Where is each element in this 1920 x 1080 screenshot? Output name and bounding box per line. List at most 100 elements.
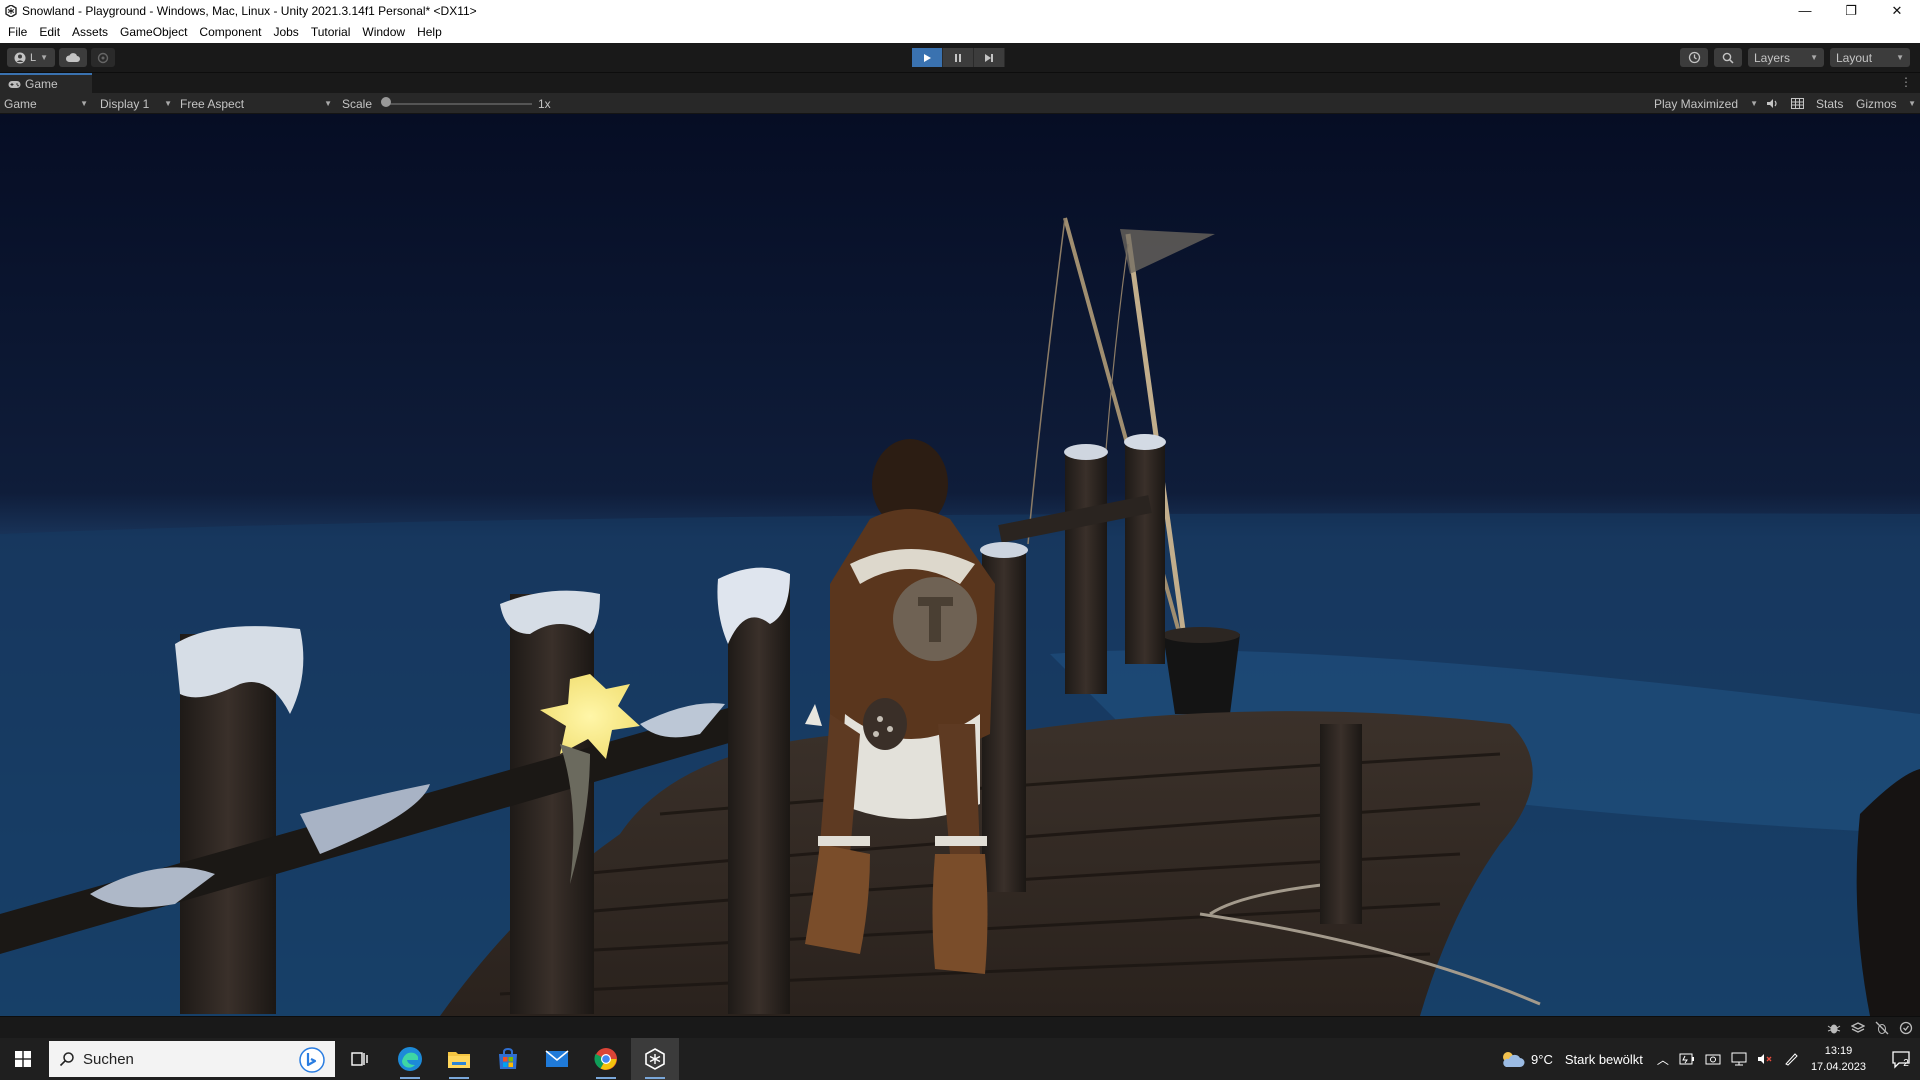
taskbar-microsoft-store[interactable] xyxy=(484,1038,532,1080)
game-view-toolbar: Game ▼ Display 1 ▼ Free Aspect ▼ Scale 1… xyxy=(0,93,1920,114)
main-toolbar: L ▼ Layers ▼ Layout ▼ xyxy=(0,43,1920,73)
cloud-button[interactable] xyxy=(59,48,87,67)
edge-icon xyxy=(398,1047,422,1071)
grid-icon xyxy=(1791,98,1804,109)
volume-muted-icon[interactable] xyxy=(1757,1052,1773,1066)
tab-game[interactable]: Game xyxy=(0,73,92,93)
play-button[interactable] xyxy=(912,48,943,67)
menu-component[interactable]: Component xyxy=(193,25,267,39)
menu-file[interactable]: File xyxy=(0,25,33,39)
chevron-down-icon: ▼ xyxy=(164,99,172,108)
layout-dropdown[interactable]: Layout ▼ xyxy=(1830,48,1910,67)
tab-bar: Game ⋮ xyxy=(0,73,1920,93)
weather-widget[interactable]: 9°C Stark bewölkt xyxy=(1499,1049,1643,1069)
menu-gameobject[interactable]: GameObject xyxy=(114,25,193,39)
mute-audio-button[interactable] xyxy=(1766,93,1779,114)
layout-label: Layout xyxy=(1836,50,1873,65)
taskbar-edge[interactable] xyxy=(386,1038,434,1080)
display-dropdown[interactable]: Display 1 ▼ xyxy=(100,93,172,114)
chevron-down-icon: ▼ xyxy=(1908,99,1916,108)
notification-center-button[interactable]: 2 xyxy=(1880,1049,1920,1069)
progress-check-icon[interactable] xyxy=(1898,1020,1914,1036)
network-icon[interactable] xyxy=(1731,1052,1747,1066)
search-icon xyxy=(59,1052,74,1067)
search-icon xyxy=(1722,52,1734,64)
cloudy-icon xyxy=(1503,1052,1525,1067)
unity-icon xyxy=(645,1048,665,1070)
clock-date: 17.04.2023 xyxy=(1810,1061,1866,1073)
notification-count: 2 xyxy=(1903,1057,1909,1069)
clock-time: 13:19 xyxy=(1824,1045,1853,1057)
layers-stack-icon[interactable] xyxy=(1850,1020,1866,1036)
menu-help[interactable]: Help xyxy=(411,25,448,39)
editor-status-bar xyxy=(0,1016,1920,1038)
taskbar-unity[interactable] xyxy=(631,1038,679,1080)
weather-desc: Stark bewölkt xyxy=(1564,1051,1643,1067)
close-button[interactable]: ✕ xyxy=(1874,0,1920,21)
battery-icon[interactable] xyxy=(1679,1052,1695,1066)
account-label: L xyxy=(29,51,37,64)
game-scene xyxy=(0,114,1920,1016)
pause-button[interactable] xyxy=(943,48,974,67)
taskbar-clock[interactable]: 13:19 17.04.2023 xyxy=(1811,1043,1866,1075)
chevron-up-icon[interactable]: ︿ xyxy=(1657,1051,1669,1068)
aspect-label: Free Aspect xyxy=(180,96,245,111)
layers-dropdown[interactable]: Layers ▼ xyxy=(1748,48,1824,67)
taskbar-mail[interactable] xyxy=(533,1038,581,1080)
play-icon xyxy=(924,53,931,62)
pen-icon[interactable] xyxy=(1783,1052,1799,1066)
play-maximized-dropdown[interactable]: Play Maximized ▼ xyxy=(1654,93,1758,114)
scale-value: 1x xyxy=(538,96,551,111)
menu-bar: File Edit Assets GameObject Component Jo… xyxy=(0,21,1920,43)
minimize-button[interactable]: — xyxy=(1782,0,1828,21)
taskbar-file-explorer[interactable] xyxy=(435,1038,483,1080)
pause-icon xyxy=(955,53,961,62)
window-title: Snowland - Playground - Windows, Mac, Li… xyxy=(22,3,477,18)
menu-edit[interactable]: Edit xyxy=(33,25,66,39)
tab-game-label: Game xyxy=(25,77,58,91)
game-viewport[interactable] xyxy=(0,114,1920,1016)
taskbar-chrome[interactable] xyxy=(582,1038,630,1080)
chevron-down-icon: ▼ xyxy=(80,99,88,108)
weather-temp: 9°C xyxy=(1531,1051,1553,1067)
camera-icon[interactable] xyxy=(1705,1052,1721,1066)
bing-icon[interactable] xyxy=(299,1047,325,1073)
collab-icon xyxy=(97,52,109,63)
task-view-button[interactable] xyxy=(336,1038,384,1080)
game-mode-label: Game xyxy=(4,96,37,111)
menu-jobs[interactable]: Jobs xyxy=(267,25,304,39)
gizmos-label: Gizmos xyxy=(1856,96,1897,111)
step-button[interactable] xyxy=(974,48,1005,67)
taskbar-search-box[interactable]: Suchen xyxy=(49,1041,335,1077)
undo-history-button[interactable] xyxy=(1680,48,1708,67)
folder-icon xyxy=(448,1052,470,1068)
aspect-dropdown[interactable]: Free Aspect ▼ xyxy=(180,93,332,114)
start-button[interactable] xyxy=(0,1038,46,1080)
menu-assets[interactable]: Assets xyxy=(66,25,114,39)
gamepad-icon xyxy=(8,80,21,88)
menu-window[interactable]: Window xyxy=(356,25,411,39)
gizmos-dropdown[interactable]: Gizmos ▼ xyxy=(1856,93,1916,114)
mail-icon xyxy=(545,1050,569,1067)
menu-tutorial[interactable]: Tutorial xyxy=(305,25,357,39)
display-label: Display 1 xyxy=(100,96,150,111)
search-button[interactable] xyxy=(1714,48,1742,67)
bug-icon[interactable] xyxy=(1826,1020,1842,1036)
game-mode-dropdown[interactable]: Game ▼ xyxy=(4,93,88,114)
chevron-down-icon: ▼ xyxy=(324,99,332,108)
more-options-icon[interactable]: ⋮ xyxy=(1900,75,1912,89)
chevron-down-icon: ▼ xyxy=(40,53,49,62)
windows-taskbar: Suchen 9°C Stark bewölkt ︿ 13:19 17.04.2… xyxy=(0,1038,1920,1080)
search-placeholder: Suchen xyxy=(83,1050,134,1068)
scale-slider-track[interactable] xyxy=(386,103,532,105)
play-maximized-label: Play Maximized xyxy=(1654,96,1739,111)
scale-slider-handle[interactable] xyxy=(381,97,391,107)
account-button[interactable]: L ▼ xyxy=(7,48,55,67)
vsync-button[interactable] xyxy=(1791,93,1804,114)
window-title-bar: Snowland - Playground - Windows, Mac, Li… xyxy=(0,0,1920,21)
maximize-button[interactable]: ❐ xyxy=(1828,0,1874,21)
collab-button[interactable] xyxy=(91,48,115,67)
stats-button[interactable]: Stats xyxy=(1816,93,1843,114)
debug-off-icon[interactable] xyxy=(1874,1020,1890,1036)
chrome-icon xyxy=(594,1048,617,1070)
